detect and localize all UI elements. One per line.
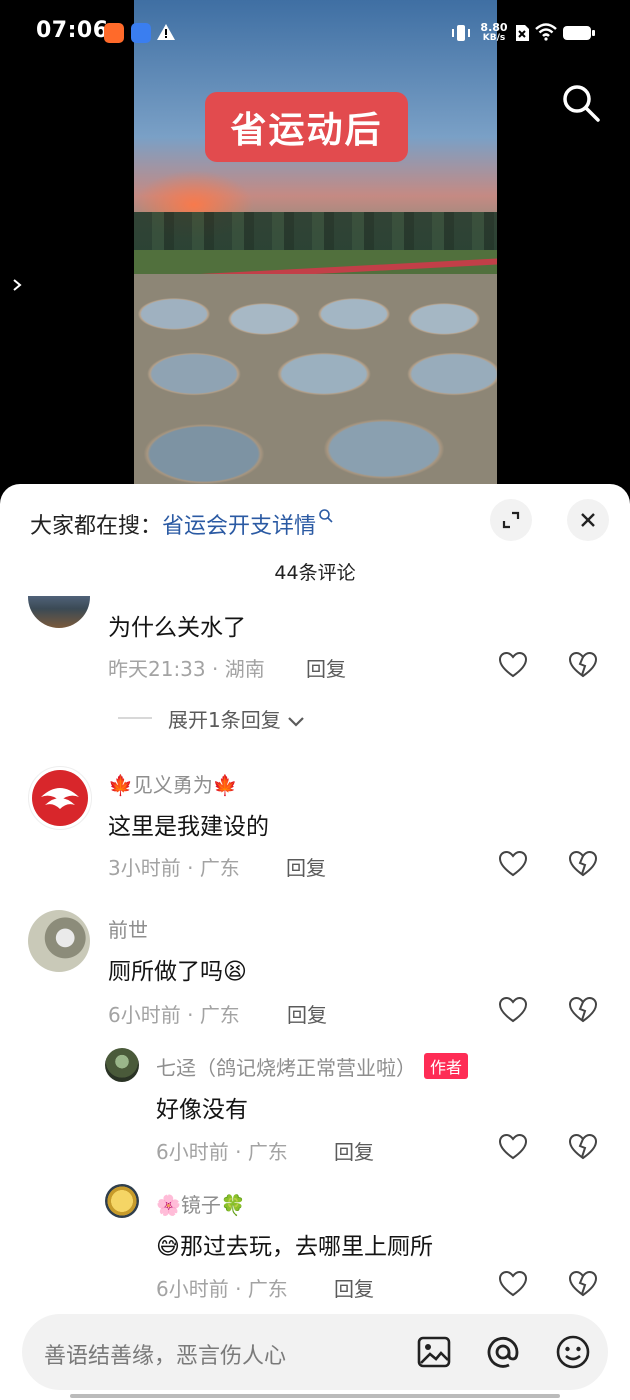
comment-time: 6小时前: [108, 1003, 181, 1027]
video-player[interactable]: 省运动后: [0, 0, 630, 490]
battery-icon: [563, 26, 595, 40]
avatar[interactable]: [28, 596, 90, 628]
reply-meta: 6小时前 · 广东: [156, 1277, 288, 1301]
video-tree-line: [134, 212, 497, 254]
reply-button[interactable]: 回复: [286, 852, 326, 881]
comment-time: 昨天21:33: [108, 657, 206, 681]
dislike-icon[interactable]: [567, 1268, 599, 1300]
comment-username[interactable]: 🍁见义勇为🍁: [108, 769, 238, 798]
reply-meta: 6小时前 · 广东: [156, 1140, 288, 1164]
reply-region: 广东: [247, 1277, 288, 1301]
chevron-right-icon[interactable]: [10, 272, 26, 298]
mention-icon[interactable]: [485, 1334, 521, 1370]
comment-region: 广东: [199, 1003, 240, 1027]
avatar[interactable]: [28, 766, 92, 830]
home-indicator[interactable]: [70, 1394, 560, 1398]
net-speed-unit: KB/s: [482, 33, 506, 43]
heart-icon[interactable]: [497, 649, 529, 681]
comment-username[interactable]: 前世: [108, 914, 148, 943]
video-pools: [134, 274, 497, 490]
heart-icon[interactable]: [497, 1131, 529, 1163]
comment-text: 厕所做了吗😫: [108, 959, 247, 985]
avatar-logo-icon: [32, 770, 88, 826]
avatar[interactable]: [105, 1048, 139, 1082]
expand-icon: [502, 511, 520, 529]
app-notification-icon: [104, 23, 124, 43]
wifi-icon: [535, 23, 557, 41]
comment-text: 为什么关水了: [108, 615, 246, 641]
vibrate-icon: [452, 25, 470, 41]
status-time: 07:06: [36, 18, 109, 43]
comment-meta: 3小时前 · 广东: [108, 856, 240, 880]
reply-button[interactable]: 回复: [334, 1273, 374, 1302]
comment-count: 44条评论: [274, 562, 356, 584]
comment-time: 3小时前: [108, 856, 181, 880]
app-notification-icon-2: [131, 23, 151, 43]
dislike-icon[interactable]: [567, 848, 599, 880]
expand-sheet-button[interactable]: [490, 499, 532, 541]
status-bar: 07:06 8.80 KB/s: [0, 0, 630, 66]
heart-icon[interactable]: [497, 848, 529, 880]
heart-icon[interactable]: [497, 1268, 529, 1300]
comment-region: 广东: [199, 856, 240, 880]
search-suggestion[interactable]: 大家都在搜：省运会开支详情: [30, 508, 334, 540]
avatar[interactable]: [105, 1184, 139, 1218]
reply-button[interactable]: 回复: [287, 999, 327, 1028]
close-button[interactable]: [567, 499, 609, 541]
search-hint-prefix: 大家都在搜：: [30, 514, 163, 539]
emoji-icon[interactable]: [555, 1334, 591, 1370]
reply-username[interactable]: 🌸镜子🍀: [156, 1189, 246, 1218]
search-small-icon: [319, 509, 333, 523]
reply-region: 广东: [247, 1140, 288, 1164]
reply-username[interactable]: 七迳（鸽记烧烤正常营业啦） 作者: [156, 1052, 469, 1081]
no-sim-icon: [516, 25, 529, 41]
comment-input[interactable]: 善语结善缘，恶言伤人心: [44, 1338, 286, 1370]
comment-region: 湖南: [224, 657, 265, 681]
dislike-icon[interactable]: [567, 1131, 599, 1163]
author-badge: 作者: [424, 1053, 469, 1079]
warning-icon: [157, 24, 175, 40]
close-icon: [581, 513, 595, 527]
comment-input-bar[interactable]: 善语结善缘，恶言伤人心: [22, 1314, 608, 1390]
search-icon[interactable]: [560, 82, 602, 124]
video-frame[interactable]: [134, 0, 497, 490]
search-hint-link[interactable]: 省运会开支详情: [162, 514, 316, 539]
expand-replies-label: 展开1条回复: [168, 708, 281, 732]
comment-meta: 昨天21:33 · 湖南: [108, 657, 265, 681]
reply-button[interactable]: 回复: [306, 653, 346, 682]
comment-sheet: 大家都在搜：省运会开支详情 44条评论 为什么关水了 昨天21:33 · 湖南 …: [0, 484, 630, 1400]
reply-text: 😅那过去玩，去哪里上厕所: [156, 1234, 433, 1260]
reply-text: 好像没有: [156, 1097, 248, 1123]
reply-time: 6小时前: [156, 1277, 229, 1301]
heart-icon[interactable]: [497, 994, 529, 1026]
dislike-icon[interactable]: [567, 994, 599, 1026]
chevron-down-icon: [288, 716, 304, 727]
video-overlay-text: 省运动后: [205, 92, 408, 162]
comment-list[interactable]: 为什么关水了 昨天21:33 · 湖南 回复 展开1条回复 🍁见义勇为🍁 这里是…: [0, 596, 630, 1302]
comment-text: 这里是我建设的: [108, 814, 269, 840]
reply-username-text: 七迳（鸽记烧烤正常营业啦）: [156, 1056, 416, 1080]
net-speed-value: 8.80: [480, 21, 508, 34]
dislike-icon[interactable]: [567, 649, 599, 681]
avatar[interactable]: [28, 910, 90, 972]
expand-replies-button[interactable]: 展开1条回复: [168, 704, 305, 733]
comment-meta: 6小时前 · 广东: [108, 1003, 240, 1027]
image-icon[interactable]: [416, 1334, 452, 1370]
reply-button[interactable]: 回复: [334, 1136, 374, 1165]
net-speed: 8.80 KB/s: [476, 22, 512, 44]
reply-time: 6小时前: [156, 1140, 229, 1164]
expand-divider: [118, 717, 152, 719]
